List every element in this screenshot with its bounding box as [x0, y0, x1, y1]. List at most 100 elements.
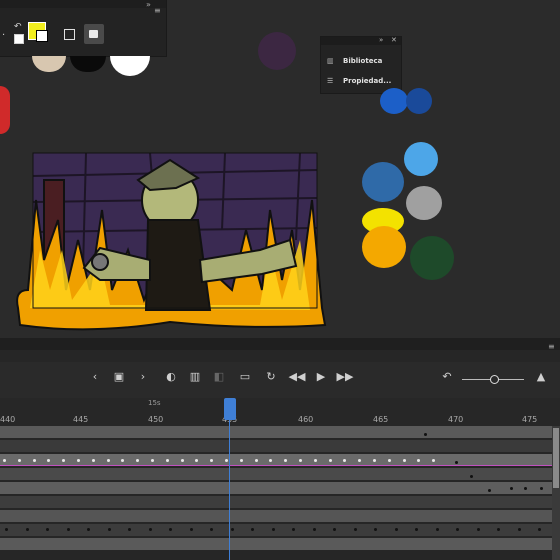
timeline-track[interactable] — [0, 524, 552, 536]
edit-multiple-frames-icon[interactable]: ◧ — [210, 368, 228, 386]
onion-outline-icon[interactable]: ▥ — [186, 368, 204, 386]
keyframe-dot[interactable] — [128, 528, 131, 531]
default-colors-icon[interactable] — [14, 34, 24, 44]
menu-icon[interactable]: ≡ — [548, 342, 555, 351]
keyframe-dot[interactable] — [395, 528, 398, 531]
stage-artwork[interactable] — [0, 140, 340, 340]
keyframe-dot[interactable] — [107, 459, 110, 462]
keyframe-dot[interactable] — [538, 528, 541, 531]
keyframe-dot[interactable] — [524, 487, 527, 490]
keyframe-dot[interactable] — [46, 528, 49, 531]
timeline-track[interactable] — [0, 510, 552, 522]
keyframe-dot[interactable] — [62, 459, 65, 462]
collapse-icon[interactable]: » — [146, 0, 151, 9]
keyframe-dot[interactable] — [374, 528, 377, 531]
lock-button[interactable] — [84, 24, 104, 44]
color-dot-green[interactable] — [410, 236, 454, 280]
keyframe-dot[interactable] — [373, 459, 376, 462]
keyframe-dot[interactable] — [343, 459, 346, 462]
keyframe-dot[interactable] — [488, 489, 491, 492]
keyframe-dot[interactable] — [26, 528, 29, 531]
keyframe-dot[interactable] — [497, 528, 500, 531]
fit-icon[interactable]: ▲ — [532, 368, 550, 386]
center-frame-icon[interactable]: ▭ — [236, 368, 254, 386]
keyframe-dot[interactable] — [47, 459, 50, 462]
keyframe-dot[interactable] — [210, 459, 213, 462]
next-keyframe-icon[interactable]: › — [134, 368, 152, 386]
keyframe-dot[interactable] — [240, 459, 243, 462]
keyframe-dot[interactable] — [540, 487, 543, 490]
color-dot-steel-blue[interactable] — [362, 162, 404, 202]
keyframe-dot[interactable] — [436, 528, 439, 531]
color-dot-beige[interactable] — [32, 56, 66, 72]
keyframe-dot[interactable] — [3, 459, 6, 462]
keyframe-dot[interactable] — [518, 528, 521, 531]
color-dot-purple[interactable] — [258, 32, 296, 70]
onion-skin-icon[interactable]: ◐ — [162, 368, 180, 386]
keyframe-dot[interactable] — [292, 528, 295, 531]
keyframe-dot[interactable] — [181, 459, 184, 462]
keyframe-dot[interactable] — [166, 459, 169, 462]
keyframe-dot[interactable] — [470, 475, 473, 478]
swap-colors-icon[interactable]: ↶ — [14, 22, 22, 32]
keyframe-dot[interactable] — [67, 528, 70, 531]
keyframe-dot[interactable] — [149, 528, 152, 531]
keyframe-dot[interactable] — [424, 433, 427, 436]
keyframe-dot[interactable] — [251, 528, 254, 531]
keyframe-dot[interactable] — [403, 459, 406, 462]
keyframe-dot[interactable] — [415, 528, 418, 531]
timeline-track[interactable] — [0, 538, 552, 550]
keyframe-dot[interactable] — [432, 459, 435, 462]
color-dot-light-blue[interactable] — [404, 142, 438, 176]
library-panel-item[interactable]: ▥ Biblioteca — [327, 57, 382, 65]
keyframe-dot[interactable] — [333, 528, 336, 531]
keyframe-dot[interactable] — [231, 528, 234, 531]
step-forward-icon[interactable]: ▶▶ — [336, 368, 354, 386]
timeline-track[interactable] — [0, 426, 552, 438]
keyframe-dot[interactable] — [190, 528, 193, 531]
zoom-slider-thumb[interactable] — [490, 375, 499, 384]
scrollbar-thumb[interactable] — [553, 428, 559, 488]
keyframe-dot[interactable] — [5, 528, 8, 531]
timeline-track[interactable] — [0, 440, 552, 452]
color-dot-black[interactable] — [70, 56, 106, 72]
color-dot-navy[interactable] — [406, 88, 432, 114]
step-back-icon[interactable]: ◀◀ — [288, 368, 306, 386]
keyframe-dot[interactable] — [272, 528, 275, 531]
keyframe-dot[interactable] — [210, 528, 213, 531]
menu-icon[interactable]: ≡ — [154, 6, 161, 15]
stroke-color-swatch[interactable] — [36, 30, 48, 42]
color-dot-white[interactable] — [110, 56, 150, 76]
keyframe-dot[interactable] — [314, 459, 317, 462]
properties-panel-item[interactable]: ☰ Propiedad... — [327, 77, 391, 85]
keyframe-dot[interactable] — [77, 459, 80, 462]
collapse-icon[interactable]: » — [379, 36, 383, 44]
timeline-track[interactable] — [0, 482, 552, 494]
keyframe-dot[interactable] — [18, 459, 21, 462]
keyframe-dot[interactable] — [456, 528, 459, 531]
keyframe-dot[interactable] — [195, 459, 198, 462]
rectangle-icon[interactable] — [64, 29, 75, 40]
keyframe-dot[interactable] — [284, 459, 287, 462]
timeline-track[interactable] — [0, 496, 552, 508]
keyframe-dot[interactable] — [121, 459, 124, 462]
keyframe-dot[interactable] — [92, 459, 95, 462]
keyframe-dot[interactable] — [87, 528, 90, 531]
close-icon[interactable]: ✕ — [391, 36, 397, 44]
color-dot-red[interactable] — [0, 86, 10, 134]
keyframe-dot[interactable] — [33, 459, 36, 462]
play-icon[interactable]: ▶ — [312, 368, 330, 386]
keyframe-dot[interactable] — [269, 459, 272, 462]
keyframe-dot[interactable] — [417, 459, 420, 462]
keyframe-dot[interactable] — [136, 459, 139, 462]
color-dot-gray[interactable] — [406, 186, 442, 220]
insert-keyframe-icon[interactable]: ▣ — [110, 368, 128, 386]
playhead-handle[interactable] — [224, 398, 236, 420]
keyframe-dot[interactable] — [455, 461, 458, 464]
keyframe-dot[interactable] — [169, 528, 172, 531]
keyframe-dot[interactable] — [477, 528, 480, 531]
pointer-icon[interactable]: · — [2, 30, 5, 41]
timeline-track[interactable] — [0, 468, 552, 480]
color-dot-orange[interactable] — [362, 226, 406, 268]
keyframe-dot[interactable] — [358, 459, 361, 462]
